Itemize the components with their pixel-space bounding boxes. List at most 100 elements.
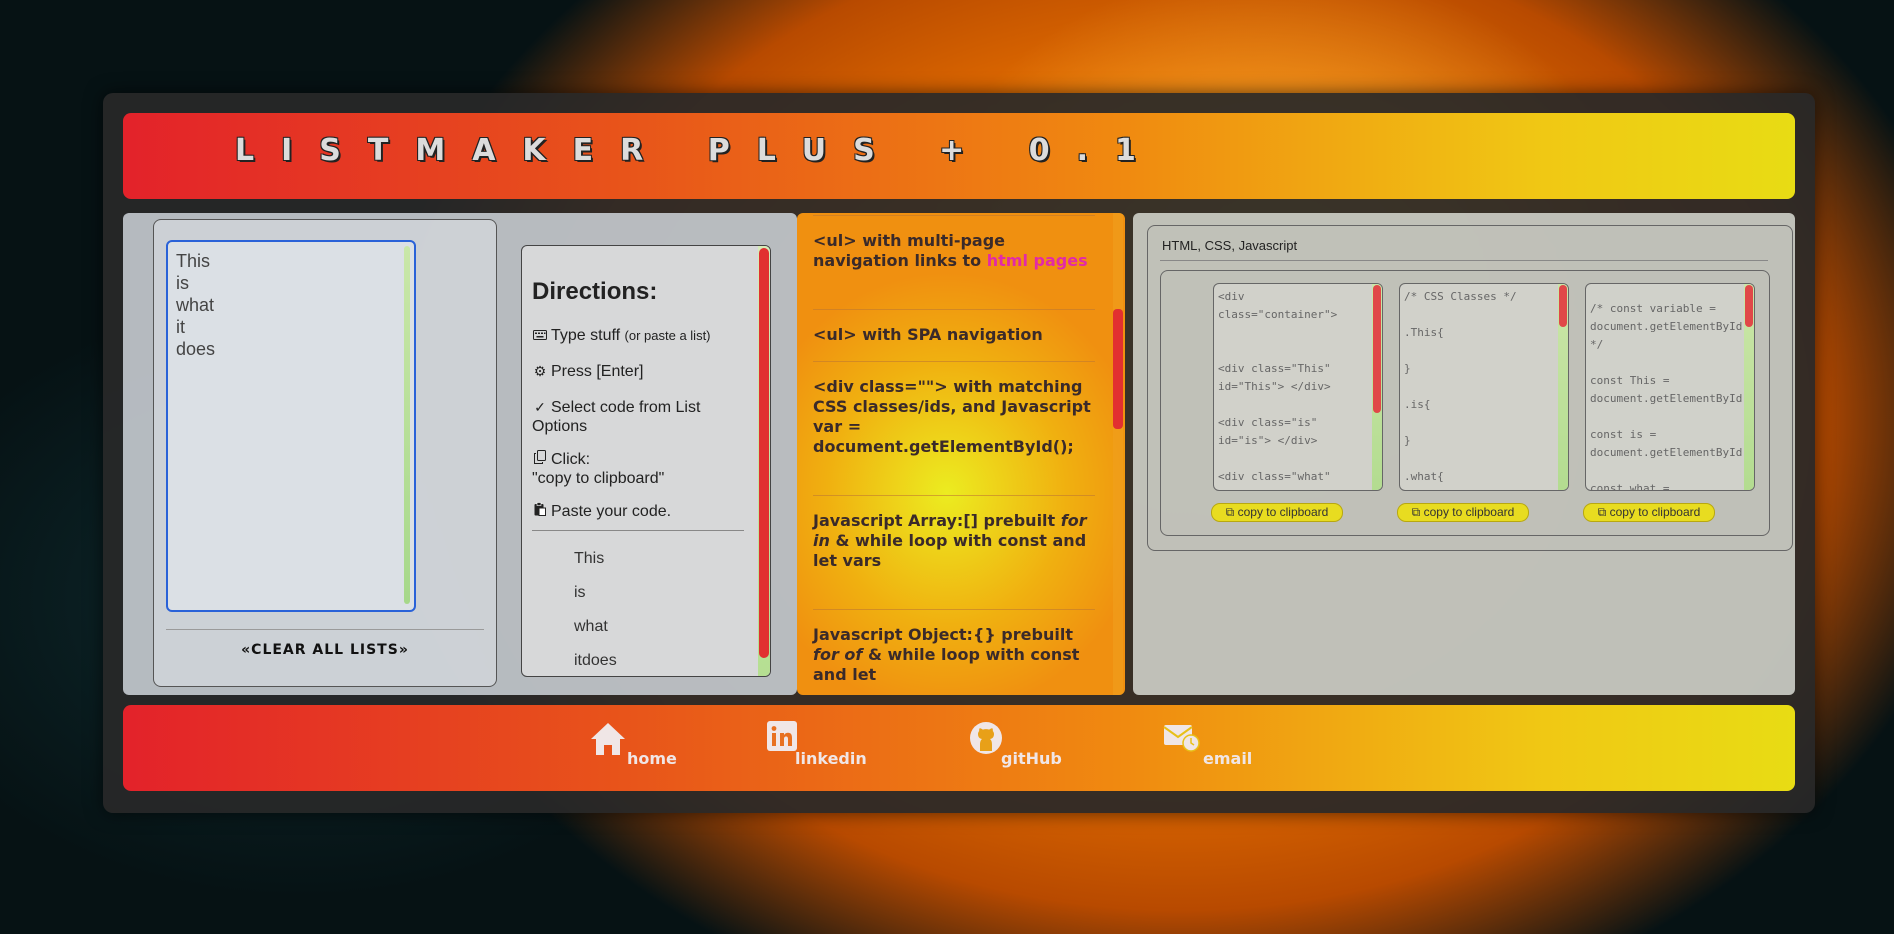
css-code[interactable]: /* CSS Classes */ .This{ } .is{ } .what{ bbox=[1400, 284, 1568, 490]
step-text: Paste your code. bbox=[551, 503, 672, 520]
option-text: <ul> with SPA navigation bbox=[813, 325, 1043, 344]
input-line: does bbox=[176, 339, 216, 359]
header: LISTMAKER PLUS + 0.1 bbox=[123, 113, 1795, 199]
step-text: Select code from List Options bbox=[532, 399, 701, 435]
copy-label: copy to clipboard bbox=[1423, 505, 1515, 519]
nav-email-link[interactable]: email bbox=[1163, 721, 1283, 777]
step-text-2: "copy to clipboard" bbox=[532, 470, 665, 487]
app-title: LISTMAKER PLUS + 0.1 bbox=[235, 133, 1163, 168]
code-scrollbar[interactable] bbox=[1558, 284, 1568, 490]
directions-scrollbar-thumb[interactable] bbox=[759, 248, 769, 658]
preview-item: itdoes bbox=[574, 652, 617, 669]
github-icon bbox=[970, 722, 1002, 754]
copy-label: copy to clipboard bbox=[1237, 505, 1329, 519]
copy-icon: ⧉ bbox=[1225, 505, 1235, 519]
css-code-box[interactable]: /* CSS Classes */ .This{ } .is{ } .what{ bbox=[1399, 283, 1569, 491]
nav-label: gitHub bbox=[1001, 749, 1062, 768]
email-icon bbox=[1163, 725, 1200, 752]
code-scrollbar[interactable] bbox=[1372, 284, 1382, 490]
input-card: This is what it does «CLEAR ALL LISTS» bbox=[153, 219, 497, 687]
divider bbox=[813, 215, 1095, 216]
paste-icon bbox=[532, 502, 548, 521]
nav-label: email bbox=[1203, 749, 1253, 768]
list-input[interactable]: This is what it does bbox=[166, 240, 416, 612]
options-scrollbar-thumb[interactable] bbox=[1113, 309, 1123, 429]
directions-scrollbar[interactable] bbox=[758, 246, 770, 676]
nav-label: home bbox=[627, 749, 677, 768]
option-text: Javascript Object:{} prebuilt bbox=[813, 625, 1073, 644]
divider bbox=[813, 361, 1095, 362]
options-scrollbar[interactable] bbox=[1113, 213, 1123, 695]
direction-step: Click: "copy to clipboard" bbox=[532, 450, 732, 488]
code-columns: <div class="container"> <div class="This… bbox=[1160, 270, 1770, 536]
directions-card: Directions: Type stuff (or paste a list)… bbox=[521, 245, 771, 677]
nav-linkedin-link[interactable]: linkedin bbox=[767, 721, 891, 777]
input-panel: This is what it does «CLEAR ALL LISTS» D… bbox=[123, 213, 797, 695]
app-frame: LISTMAKER PLUS + 0.1 This is what it doe… bbox=[103, 93, 1815, 813]
step-text: Click: bbox=[551, 451, 591, 468]
option-text: Javascript Array:[] prebuilt bbox=[813, 511, 1061, 530]
html-code-box[interactable]: <div class="container"> <div class="This… bbox=[1213, 283, 1383, 491]
option-text: <ul> with multi-page navigation links to bbox=[813, 231, 1006, 270]
keyboard-icon bbox=[532, 326, 548, 345]
option-js-array[interactable]: Javascript Array:[] prebuilt for in & wh… bbox=[813, 511, 1095, 571]
js-code-box[interactable]: /* const variable = document.getElementB… bbox=[1585, 283, 1755, 491]
divider bbox=[813, 609, 1095, 610]
js-code[interactable]: /* const variable = document.getElementB… bbox=[1586, 284, 1754, 490]
home-icon bbox=[591, 723, 625, 755]
direction-step: ✓ Select code from List Options bbox=[532, 398, 732, 436]
copy-icon: ⧉ bbox=[1411, 505, 1421, 519]
gear-icon: ⚙ bbox=[533, 363, 547, 379]
input-line: This bbox=[176, 251, 211, 271]
input-line: what bbox=[176, 295, 215, 315]
linkedin-icon bbox=[767, 721, 797, 751]
code-scrollbar[interactable] bbox=[1744, 284, 1754, 490]
input-line: is bbox=[176, 273, 189, 293]
step-text: Press [Enter] bbox=[551, 363, 644, 380]
code-title: HTML, CSS, Javascript bbox=[1162, 238, 1298, 253]
html-code[interactable]: <div class="container"> <div class="This… bbox=[1214, 284, 1382, 490]
preview-item: This bbox=[574, 550, 605, 567]
direction-step: Paste your code. bbox=[532, 502, 732, 521]
check-icon: ✓ bbox=[534, 399, 546, 415]
option-emphasis: for of bbox=[813, 645, 863, 664]
copy-html-button[interactable]: ⧉ copy to clipboard bbox=[1211, 503, 1343, 522]
step-text: Type stuff bbox=[551, 327, 621, 344]
preview-item: is bbox=[574, 584, 586, 601]
option-ul-multipage[interactable]: <ul> with multi-page navigation links to… bbox=[813, 231, 1095, 271]
step-note: (or paste a list) bbox=[624, 328, 711, 343]
code-scrollbar-thumb[interactable] bbox=[1745, 285, 1753, 327]
footer-nav: home linkedin gitHub email bbox=[123, 705, 1795, 791]
option-js-object[interactable]: Javascript Object:{} prebuilt for of & w… bbox=[813, 625, 1095, 685]
direction-step: Type stuff (or paste a list) bbox=[532, 326, 732, 345]
divider bbox=[166, 629, 484, 630]
option-text-post: & while loop with const and let vars bbox=[813, 531, 1087, 570]
divider bbox=[532, 530, 744, 531]
list-options-panel: <ul> with multi-page navigation links to… bbox=[797, 213, 1125, 695]
option-text: <div class=""> with matching CSS classes… bbox=[813, 377, 1091, 456]
copy-js-button[interactable]: ⧉ copy to clipboard bbox=[1583, 503, 1715, 522]
clear-all-lists-button[interactable]: «CLEAR ALL LISTS» bbox=[154, 642, 496, 658]
directions-title: Directions: bbox=[532, 278, 658, 305]
divider bbox=[813, 309, 1095, 310]
preview-item: what bbox=[574, 618, 608, 635]
code-frame: HTML, CSS, Javascript <div class="contai… bbox=[1147, 225, 1793, 551]
copy-label: copy to clipboard bbox=[1609, 505, 1701, 519]
nav-label: linkedin bbox=[795, 749, 867, 768]
copy-css-button[interactable]: ⧉ copy to clipboard bbox=[1397, 503, 1529, 522]
copy-icon: ⧉ bbox=[1597, 505, 1607, 519]
code-scrollbar-thumb[interactable] bbox=[1373, 285, 1381, 413]
input-line: it bbox=[176, 317, 185, 337]
direction-step: ⚙ Press [Enter] bbox=[532, 362, 732, 381]
option-accent: html pages bbox=[986, 251, 1088, 270]
code-scrollbar-thumb[interactable] bbox=[1559, 285, 1567, 327]
option-div-css-js[interactable]: <div class=""> with matching CSS classes… bbox=[813, 377, 1095, 457]
code-panel: HTML, CSS, Javascript <div class="contai… bbox=[1133, 213, 1795, 695]
divider bbox=[813, 495, 1095, 496]
copy-icon bbox=[532, 450, 548, 469]
nav-home-link[interactable]: home bbox=[589, 721, 693, 777]
divider bbox=[1160, 260, 1768, 261]
nav-github-link[interactable]: gitHub bbox=[969, 721, 1089, 777]
option-ul-spa[interactable]: <ul> with SPA navigation bbox=[813, 325, 1095, 345]
input-scrollbar[interactable] bbox=[404, 246, 410, 604]
